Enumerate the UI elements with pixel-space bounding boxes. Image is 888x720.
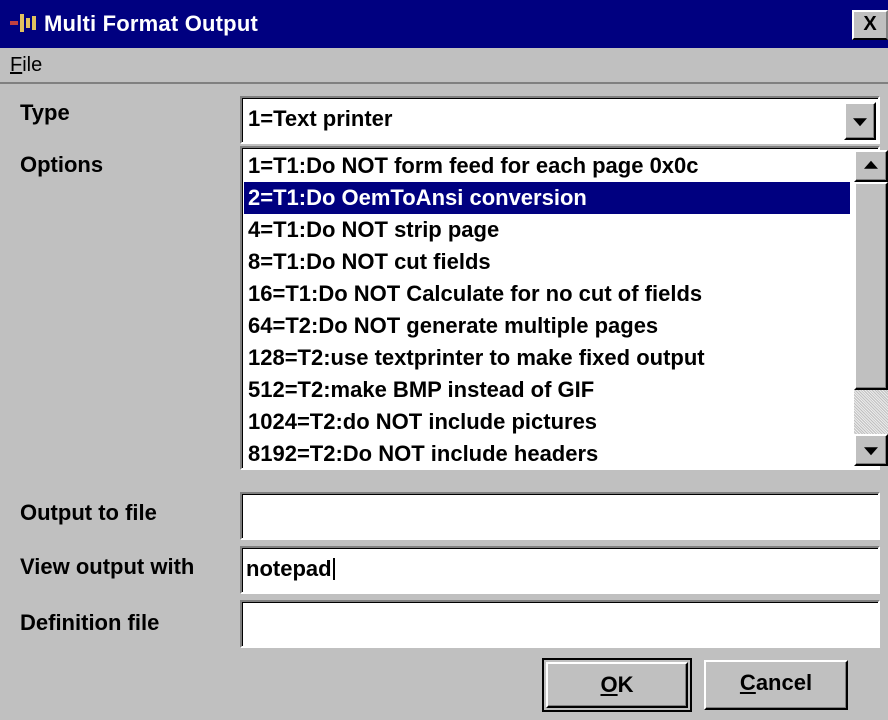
view-output-value-wrap: notepad bbox=[246, 556, 335, 582]
option-item[interactable]: 512=T2:make BMP instead of GIF bbox=[244, 374, 850, 406]
cancel-rest: ancel bbox=[755, 670, 813, 695]
scroll-up-button[interactable] bbox=[854, 150, 888, 182]
cancel-accel: C bbox=[739, 670, 756, 695]
menu-file[interactable]: File bbox=[10, 54, 42, 77]
type-dropdown-button[interactable] bbox=[844, 102, 876, 140]
type-combobox[interactable]: 1=Text printer bbox=[240, 96, 880, 144]
definition-file-field[interactable] bbox=[240, 600, 880, 648]
window-title: Multi Format Output bbox=[44, 11, 258, 36]
arrow-up-icon bbox=[864, 160, 878, 169]
option-item[interactable]: 8=T1:Do NOT cut fields bbox=[244, 246, 850, 278]
view-output-field[interactable]: notepad bbox=[240, 546, 880, 594]
option-item[interactable]: 4=T1:Do NOT strip page bbox=[244, 214, 850, 246]
title-bar[interactable]: Multi Format Output X bbox=[0, 0, 888, 48]
app-icon bbox=[10, 14, 36, 32]
multi-format-output-window: Multi Format Output X File Type 1=Text p… bbox=[0, 0, 888, 720]
text-caret bbox=[332, 558, 335, 580]
close-icon: X bbox=[863, 13, 877, 35]
option-item-selected[interactable]: 2=T1:Do OemToAnsi conversion bbox=[244, 182, 850, 214]
menu-bar: File bbox=[0, 48, 888, 84]
menu-file-accel: F bbox=[10, 54, 23, 76]
scroll-down-button[interactable] bbox=[854, 434, 888, 466]
type-label: Type bbox=[20, 100, 70, 125]
close-button[interactable]: X bbox=[852, 10, 888, 40]
view-output-value: notepad bbox=[246, 556, 332, 581]
option-item[interactable]: 16=T1:Do NOT Calculate for no cut of fie… bbox=[244, 278, 850, 310]
option-item[interactable]: 8192=T2:Do NOT include headers bbox=[244, 438, 850, 470]
output-to-file-field[interactable] bbox=[240, 492, 880, 540]
ok-accel: O bbox=[600, 672, 618, 697]
option-item[interactable]: 1=T1:Do NOT form feed for each page 0x0c bbox=[244, 150, 850, 182]
output-to-file-label: Output to file bbox=[20, 500, 157, 525]
menu-file-rest: ile bbox=[22, 54, 43, 76]
scroll-thumb[interactable] bbox=[854, 182, 888, 390]
type-value: 1=Text printer bbox=[248, 106, 393, 131]
chevron-down-icon bbox=[853, 118, 867, 127]
cancel-button[interactable]: Cancel bbox=[704, 660, 848, 710]
ok-button[interactable]: OK bbox=[546, 662, 688, 708]
option-item[interactable]: 128=T2:use textprinter to make fixed out… bbox=[244, 342, 850, 374]
view-output-label: View output with bbox=[20, 554, 195, 579]
options-listbox[interactable]: 1=T1:Do NOT form feed for each page 0x0c… bbox=[240, 146, 888, 470]
definition-file-label: Definition file bbox=[20, 610, 160, 635]
option-item[interactable]: 64=T2:Do NOT generate multiple pages bbox=[244, 310, 850, 342]
ok-rest: K bbox=[617, 672, 634, 697]
options-scrollbar[interactable] bbox=[854, 150, 888, 466]
arrow-down-icon bbox=[864, 447, 878, 456]
options-label: Options bbox=[20, 152, 104, 177]
option-item[interactable]: 1024=T2:do NOT include pictures bbox=[244, 406, 850, 438]
